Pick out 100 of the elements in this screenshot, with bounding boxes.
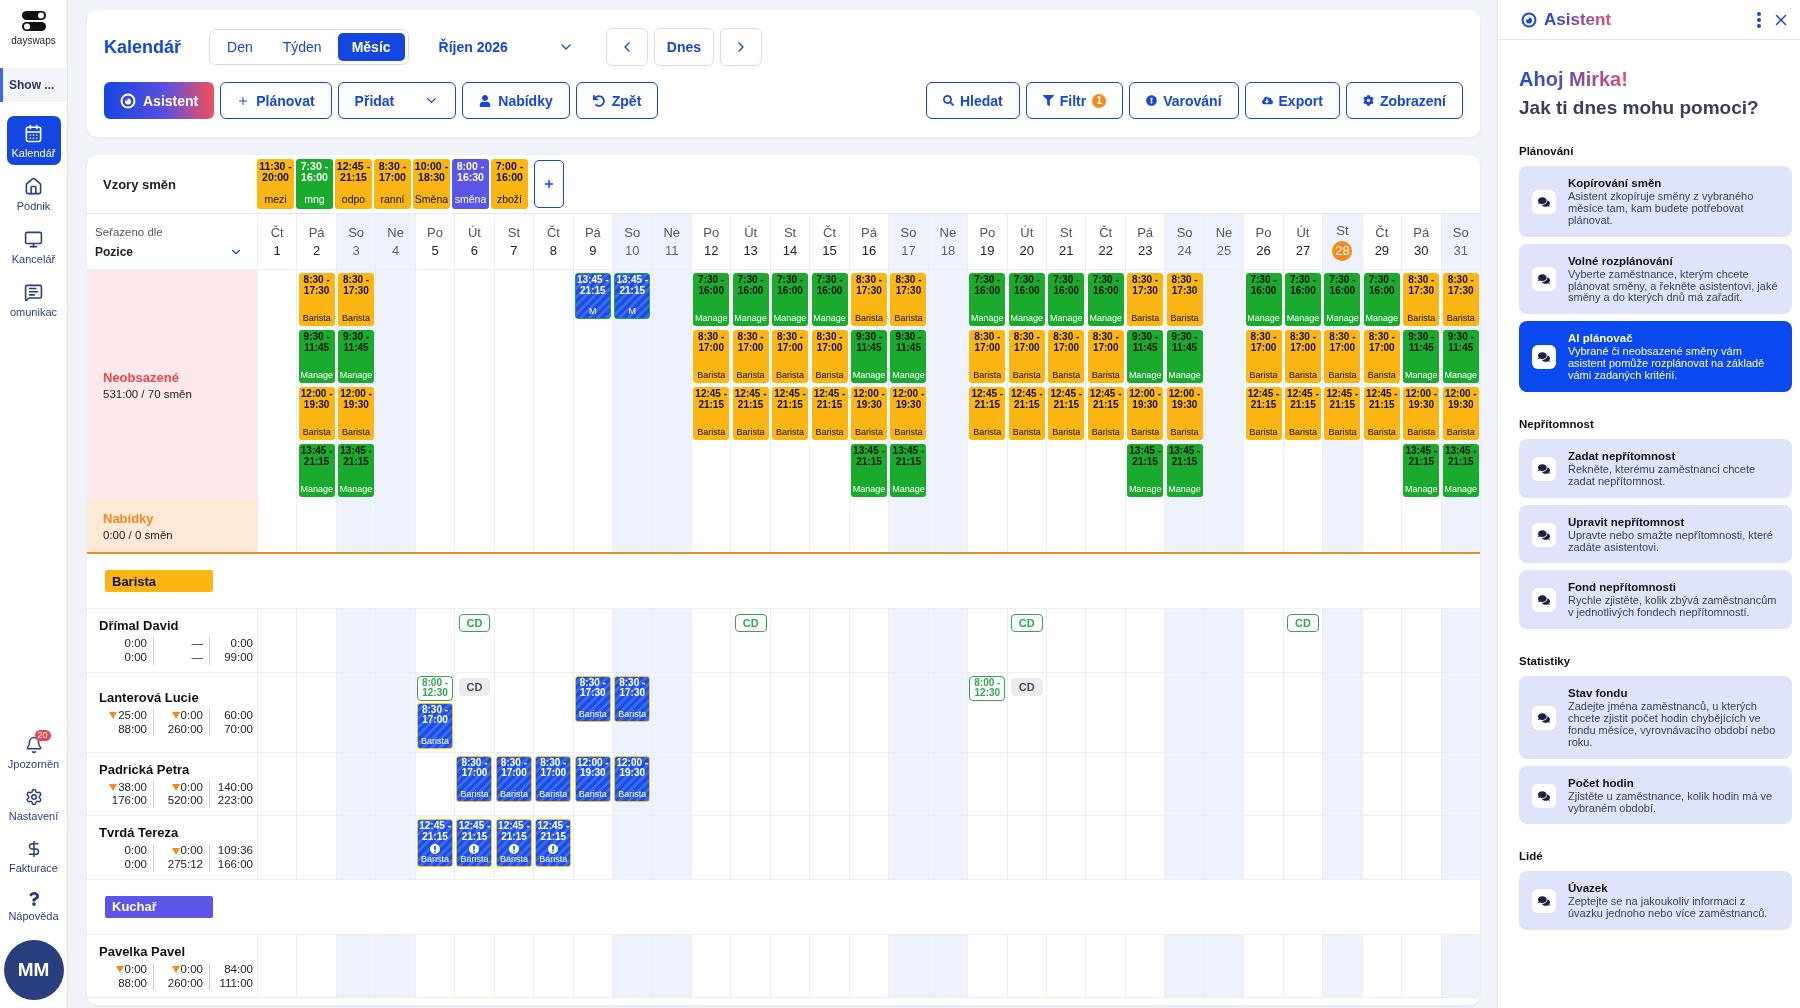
today-button[interactable]: Dnes <box>653 28 715 66</box>
shift-chip[interactable]: 12:00 - 19:30 Barista <box>1442 387 1479 440</box>
shift-chip[interactable]: 8:30 - 17:30 Barista <box>1127 273 1164 326</box>
shift-chip[interactable]: 8:30 - 17:00 Barista <box>969 330 1006 383</box>
suggestion-card[interactable]: Upravit nepřítomnost Upravte nebo smažte nepřítomnosti, které zadáte asistentovi. <box>1519 504 1792 564</box>
action-button[interactable]: Přidat <box>337 82 457 119</box>
shift-chip[interactable]: 12:45 - 21:15 Barista <box>1048 387 1085 440</box>
shift-chip[interactable]: 13:45 - 21:15 Manage <box>1442 444 1479 497</box>
more-button[interactable] <box>1755 9 1763 30</box>
nav-item[interactable]: Podnik <box>6 169 61 218</box>
shift-chip[interactable]: 12:45 - 21:15 Barista <box>1245 387 1282 440</box>
shift-chip[interactable]: 12:00 - 19:30 Barista <box>1166 387 1203 440</box>
shift-chip[interactable]: 8:30 - 17:00 Barista <box>456 755 493 802</box>
suggestion-card[interactable]: Stav fondu Zadejte jména zaměstnanců, u kterých chcete zjistit počet hodin chybějících ve fondu měsíce, vyrovnávacího období nebo roku. <box>1519 676 1792 759</box>
shift-chip[interactable]: 13:45 - 21:15 Manage <box>338 444 375 497</box>
shift-pattern[interactable]: 12:45 - 21:15 odpo <box>335 159 372 209</box>
shift-chip[interactable]: 12:00 - 19:30 Barista <box>1127 387 1164 440</box>
avatar[interactable]: MM <box>3 940 64 1000</box>
shift-chip[interactable]: 8:30 - 17:00 Barista <box>1087 330 1124 383</box>
shift-chip[interactable]: 7:30 - 16:00 Manage <box>1284 273 1321 326</box>
shift-chip[interactable]: 7:30 - 16:00 Manage <box>693 273 730 326</box>
nav-item[interactable]: Nápověda <box>6 884 61 928</box>
shift-chip[interactable]: 8:30 - 17:00 Barista <box>1048 330 1085 383</box>
shift-chip[interactable]: 8:30 - 17:00 Barista <box>811 330 848 383</box>
shift-pattern[interactable]: 8:30 - 17:00 ranní <box>374 159 411 209</box>
shift-chip[interactable]: 13:45 - 21:15 Manage <box>1127 444 1164 497</box>
sort-select[interactable]: Pozice <box>95 245 243 259</box>
action-button[interactable]: Nabídky <box>462 82 570 119</box>
nav-item[interactable]: 20 Jpozorněn <box>6 728 61 776</box>
action-button[interactable]: Export <box>1244 82 1340 119</box>
shift-chip[interactable]: 12:45 - 21:15 Barista <box>693 387 730 440</box>
shift-chip[interactable]: 12:45 - 21:15 Barista <box>456 819 493 868</box>
shift-chip[interactable]: 12:45 - 21:15 Barista <box>811 387 848 440</box>
action-button[interactable]: Zpět <box>575 82 659 119</box>
shift-chip[interactable]: 12:45 - 21:15 Barista <box>1087 387 1124 440</box>
shift-chip[interactable]: 12:45 - 21:15 Barista <box>495 819 532 868</box>
view-tab[interactable]: Týden <box>268 33 336 61</box>
month-select[interactable]: Říjen 2026 <box>432 38 580 56</box>
shift-chip[interactable]: 12:00 - 19:30 Barista <box>614 755 651 802</box>
action-button[interactable]: Filtr 1 <box>1025 82 1124 119</box>
shift-chip[interactable]: 8:30 - 17:00 Barista <box>1245 330 1282 383</box>
shift-chip[interactable]: 7:30 - 16:00 Manage <box>969 273 1006 326</box>
shift-chip[interactable]: 9:30 - 11:45 Manage <box>1442 330 1479 383</box>
shift-chip[interactable]: 8:30 - 17:00 Barista <box>1363 330 1400 383</box>
shift-chip[interactable]: 12:00 - 19:30 Barista <box>574 755 611 802</box>
shift-chip[interactable]: 12:45 - 21:15 Barista <box>1324 387 1361 440</box>
shift-chip[interactable]: 7:30 - 16:00 Manage <box>732 273 769 326</box>
shift-chip[interactable]: 13:45 - 21:15 Manage <box>851 444 887 497</box>
shift-chip[interactable]: 12:00 - 19:30 Barista <box>890 387 927 440</box>
shift-chip[interactable]: 8:30 - 17:00 Barista <box>495 755 532 802</box>
shift-chip[interactable]: 8:30 - 17:30 Barista <box>298 273 335 326</box>
shift-chip[interactable]: 12:00 - 19:30 Barista <box>851 387 887 440</box>
suggestion-card[interactable]: Volné rozplánování Vyberte zaměstnance, kterým chcete plánovat směny, a řekněte asistentovi, jaké směny a do kterých dnů má zařadit. <box>1519 243 1792 315</box>
suggestion-card[interactable]: Fond nepřítomnosti Rychle zjistěte, kolik zbývá zaměstnancům v jednotlivých fondech nepřítomností. <box>1519 570 1792 630</box>
add-pattern-button[interactable] <box>534 160 564 208</box>
absence-tag[interactable]: CD <box>1010 677 1043 696</box>
shift-chip[interactable]: 8:30 - 17:30 Barista <box>338 273 375 326</box>
shift-chip[interactable]: 12:45 - 21:15 Barista <box>772 387 809 440</box>
shift-chip[interactable]: 12:45 - 21:15 Barista <box>1363 387 1400 440</box>
shift-chip[interactable]: 12:45 - 21:15 Barista <box>969 387 1006 440</box>
shift-chip[interactable]: 8:30 - 17:30 Barista <box>1166 273 1203 326</box>
shift-chip[interactable]: 8:30 - 17:00 Barista <box>1008 330 1045 383</box>
absence-tag[interactable]: CD <box>458 677 491 696</box>
shift-chip[interactable]: 8:30 - 17:00 Barista <box>417 702 453 749</box>
shift-chip[interactable]: 8:30 - 17:30 Barista <box>614 675 651 722</box>
shift-chip[interactable]: 8:30 - 17:30 Barista <box>890 273 927 326</box>
shift-chip[interactable]: 9:30 - 11:45 Manage <box>338 330 375 383</box>
nav-item[interactable]: Fakturace <box>6 832 61 880</box>
suggestion-card[interactable]: Kopírování směn Asistent zkopíruje směny z vybraného měsíce tam, kam budete potřebovat plánovat. <box>1519 166 1792 237</box>
workspace-item[interactable]: Show ... <box>0 68 67 102</box>
nav-item[interactable]: Kalendář <box>6 116 61 165</box>
shift-chip[interactable]: 8:30 - 17:00 Barista <box>732 330 769 383</box>
shift-chip[interactable]: 13:45 - 21:15 Manage <box>298 444 335 497</box>
shift-chip[interactable]: 12:00 - 19:30 Barista <box>338 387 375 440</box>
nav-item[interactable]: Nastavení <box>6 780 61 828</box>
shift-chip[interactable]: 9:30 - 11:45 Manage <box>298 330 335 383</box>
shift-chip[interactable]: 7:30 - 16:00 Manage <box>1245 273 1282 326</box>
shift-chip[interactable]: 12:45 - 21:15 Barista <box>417 819 453 868</box>
shift-chip[interactable]: 8:30 - 17:30 Barista <box>574 675 611 722</box>
shift-chip[interactable]: 12:45 - 21:15 Barista <box>732 387 769 440</box>
shift-chip[interactable]: 8:30 - 17:00 Barista <box>772 330 809 383</box>
shift-pattern[interactable]: 11:30 - 20:00 mezi <box>257 159 294 209</box>
shift-chip[interactable]: 7:30 - 16:00 Manage <box>811 273 848 326</box>
shift-pattern[interactable]: 10:00 - 18:30 Směna <box>413 159 450 209</box>
shift-chip[interactable]: 8:30 - 17:00 Barista <box>693 330 730 383</box>
view-tab[interactable]: Den <box>213 33 267 61</box>
action-button[interactable]: Hledat <box>925 82 1020 119</box>
shift-chip[interactable]: 8:30 - 17:00 Barista <box>535 755 572 802</box>
shift-chip[interactable]: 8:30 - 17:00 Barista <box>1324 330 1361 383</box>
shift-chip[interactable]: 13:45 - 21:15 Manage <box>1166 444 1203 497</box>
shift-chip[interactable]: 8:30 - 17:30 Barista <box>851 273 887 326</box>
shift-pattern[interactable]: 8:00 - 16:30 směna <box>452 159 489 209</box>
nav-item[interactable]: omunikac <box>6 275 61 324</box>
action-button[interactable]: Varování <box>1129 82 1239 119</box>
shift-chip[interactable]: 9:30 - 11:45 Manage <box>851 330 887 383</box>
action-button[interactable]: Zobrazení <box>1345 82 1463 119</box>
shift-chip[interactable]: 7:30 - 16:00 Manage <box>1087 273 1124 326</box>
view-tab[interactable]: Měsíc <box>337 33 405 61</box>
action-button[interactable]: Plánovat <box>220 82 332 119</box>
shift-chip[interactable]: 7:30 - 16:00 Manage <box>1363 273 1400 326</box>
